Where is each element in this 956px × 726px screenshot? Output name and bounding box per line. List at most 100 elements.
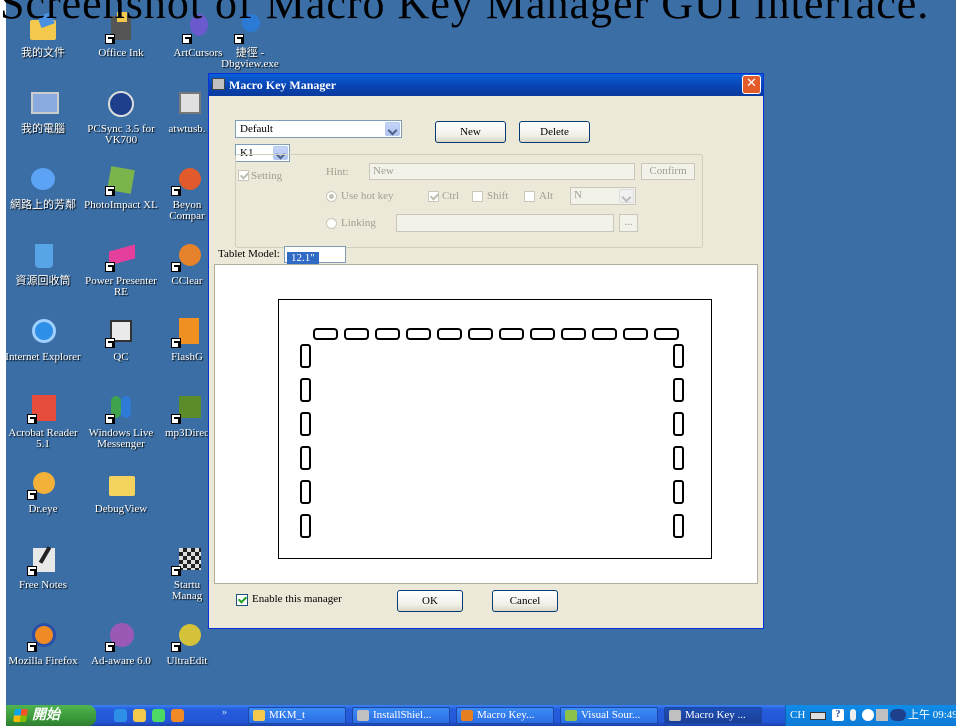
desktop-icon-label: DebugView	[94, 503, 148, 515]
desktop-icon-mp3directcut[interactable]: mp3Direc	[159, 392, 215, 439]
desktop-icon-beyond-compare[interactable]: Beyon Compar	[159, 164, 215, 222]
macro-key-top[interactable]	[623, 328, 648, 340]
taskbar-button-installshield[interactable]: InstallShiel...	[352, 707, 450, 724]
ultraedit-icon	[171, 620, 203, 652]
acrobat-icon	[27, 392, 59, 424]
macro-key-top[interactable]	[592, 328, 617, 340]
taskbar-button-mkm[interactable]: MKM_t	[248, 707, 346, 724]
ctrl-checkbox[interactable]	[428, 191, 439, 202]
macro-key-top[interactable]	[437, 328, 462, 340]
macro-key-top[interactable]	[313, 328, 338, 340]
macro-key-right[interactable]	[673, 378, 684, 402]
macro-key-right[interactable]	[673, 446, 684, 470]
new-button[interactable]: New	[435, 121, 506, 143]
clock[interactable]: 上午 09:49	[908, 705, 956, 726]
desktop-icon-internet-explorer[interactable]: Internet Explorer	[6, 316, 82, 363]
taskbar-button-visual-source[interactable]: Visual Sour...	[560, 707, 658, 724]
browse-button[interactable]: ...	[619, 214, 638, 232]
confirm-button[interactable]: Confirm	[641, 163, 695, 180]
macro-key-left[interactable]	[300, 378, 311, 402]
hotkey-select[interactable]: N	[570, 187, 636, 205]
macro-key-top[interactable]	[406, 328, 431, 340]
delete-button[interactable]: Delete	[519, 121, 590, 143]
desktop-icon-acrobat-reader[interactable]: Acrobat Reader 5.1	[6, 392, 82, 450]
quicklaunch-ie-icon[interactable]	[114, 709, 127, 722]
desktop-icon-photoimpact[interactable]: PhotoImpact XL	[82, 164, 160, 211]
desktop-icon-qc[interactable]: QC	[82, 316, 160, 363]
macro-key-left[interactable]	[300, 412, 311, 436]
dialog-title: Macro Key Manager	[229, 78, 337, 92]
desktop-icon-ccleaner[interactable]: CClear	[159, 240, 215, 287]
start-button[interactable]: 開始	[6, 705, 96, 726]
linking-radio[interactable]	[326, 218, 337, 229]
desktop-icon-debugview[interactable]: DebugView	[82, 468, 160, 515]
macro-key-top[interactable]	[530, 328, 555, 340]
macro-key-top[interactable]	[499, 328, 524, 340]
alt-checkbox[interactable]	[524, 191, 535, 202]
profile-select[interactable]: Default	[235, 120, 402, 138]
ok-button[interactable]: OK	[397, 590, 463, 612]
macro-key-left[interactable]	[300, 344, 311, 368]
keyboard-icon[interactable]	[810, 712, 826, 720]
desktop-icon-power-presenter[interactable]: Power Presenter RE	[82, 240, 160, 298]
desktop-icon-windows-live-messenger[interactable]: Windows Live Messenger	[82, 392, 160, 450]
tablet-model-label: Tablet Model:	[218, 248, 280, 260]
desktop-icon-network[interactable]: 網路上的芳鄰	[6, 164, 82, 211]
macro-key-top[interactable]	[561, 328, 586, 340]
tablet-model-field[interactable]: 12.1"	[284, 246, 346, 265]
macro-key-left[interactable]	[300, 514, 311, 538]
desktop-icon-ultraedit[interactable]: UltraEdit	[159, 620, 215, 667]
taskbar-button-macro-key-1[interactable]: Macro Key...	[456, 707, 554, 724]
use-hot-key-radio[interactable]	[326, 191, 337, 202]
chevron-down-icon[interactable]	[385, 122, 400, 136]
desktop-icon-dreye[interactable]: Dr.eye	[6, 468, 82, 515]
desktop-icon-label: Ad-aware 6.0	[91, 655, 151, 667]
macro-key-right[interactable]	[673, 412, 684, 436]
dialog-titlebar[interactable]: Macro Key Manager ✕	[209, 74, 763, 96]
shift-checkbox[interactable]	[472, 191, 483, 202]
app-tray-icon[interactable]	[876, 709, 888, 721]
enable-manager-checkbox[interactable]	[236, 594, 248, 606]
desktop-icon-recycle-bin[interactable]: 資源回收筒	[6, 240, 82, 287]
quicklaunch-firefox-icon[interactable]	[171, 709, 184, 722]
cancel-button[interactable]: Cancel	[492, 590, 558, 612]
taskbar-button-macro-key-2[interactable]: Macro Key ...	[664, 707, 762, 724]
setting-checkbox[interactable]	[238, 170, 249, 181]
network-tray-icon[interactable]	[890, 709, 906, 721]
language-indicator[interactable]: CH	[790, 705, 805, 726]
close-button[interactable]: ✕	[742, 75, 761, 94]
macro-key-right[interactable]	[673, 480, 684, 504]
macro-key-top[interactable]	[344, 328, 369, 340]
desktop-icon-label: Acrobat Reader 5.1	[8, 427, 78, 450]
desktop-icon-my-computer[interactable]: 我的電腦	[6, 88, 82, 135]
macro-key-right[interactable]	[673, 344, 684, 368]
macro-key-top[interactable]	[468, 328, 493, 340]
macro-key-right[interactable]	[673, 514, 684, 538]
desktop-icon-label: 捷徑 - Dbgview.exe	[221, 47, 279, 70]
pen-tray-icon[interactable]	[850, 709, 856, 721]
quicklaunch-folder-icon[interactable]	[133, 709, 146, 722]
macro-key-left[interactable]	[300, 446, 311, 470]
desktop-icon-startup-manager[interactable]: Startu Manag	[159, 544, 215, 602]
desktop-icon-label: 我的電腦	[21, 123, 65, 135]
adaware-icon	[105, 620, 137, 652]
desktop-icon-ad-aware[interactable]: Ad-aware 6.0	[82, 620, 160, 667]
macro-key-top[interactable]	[654, 328, 679, 340]
desktop-icon-free-notes[interactable]: Free Notes	[6, 544, 82, 591]
macro-key-top[interactable]	[375, 328, 400, 340]
linking-input[interactable]	[396, 214, 614, 232]
back-icon[interactable]	[862, 709, 874, 721]
macro-key-left[interactable]	[300, 480, 311, 504]
help-icon[interactable]: ?	[832, 709, 844, 721]
desktop-icon-atwtusb[interactable]: atwtusb.	[159, 88, 215, 135]
desktop-icon-flashget[interactable]: FlashG	[159, 316, 215, 363]
recycle-bin-icon	[27, 240, 59, 272]
hint-input[interactable]: New	[369, 163, 635, 180]
chevron-down-icon[interactable]	[619, 189, 634, 203]
app-icon	[461, 710, 473, 721]
compare-icon	[171, 164, 203, 196]
chevron-right-icon[interactable]: »	[222, 707, 227, 718]
quicklaunch-messenger-icon[interactable]	[152, 709, 165, 722]
desktop-icon-mozilla-firefox[interactable]: Mozilla Firefox	[6, 620, 82, 667]
desktop-icon-pcsync[interactable]: PCSync 3.5 for VK700	[82, 88, 160, 146]
